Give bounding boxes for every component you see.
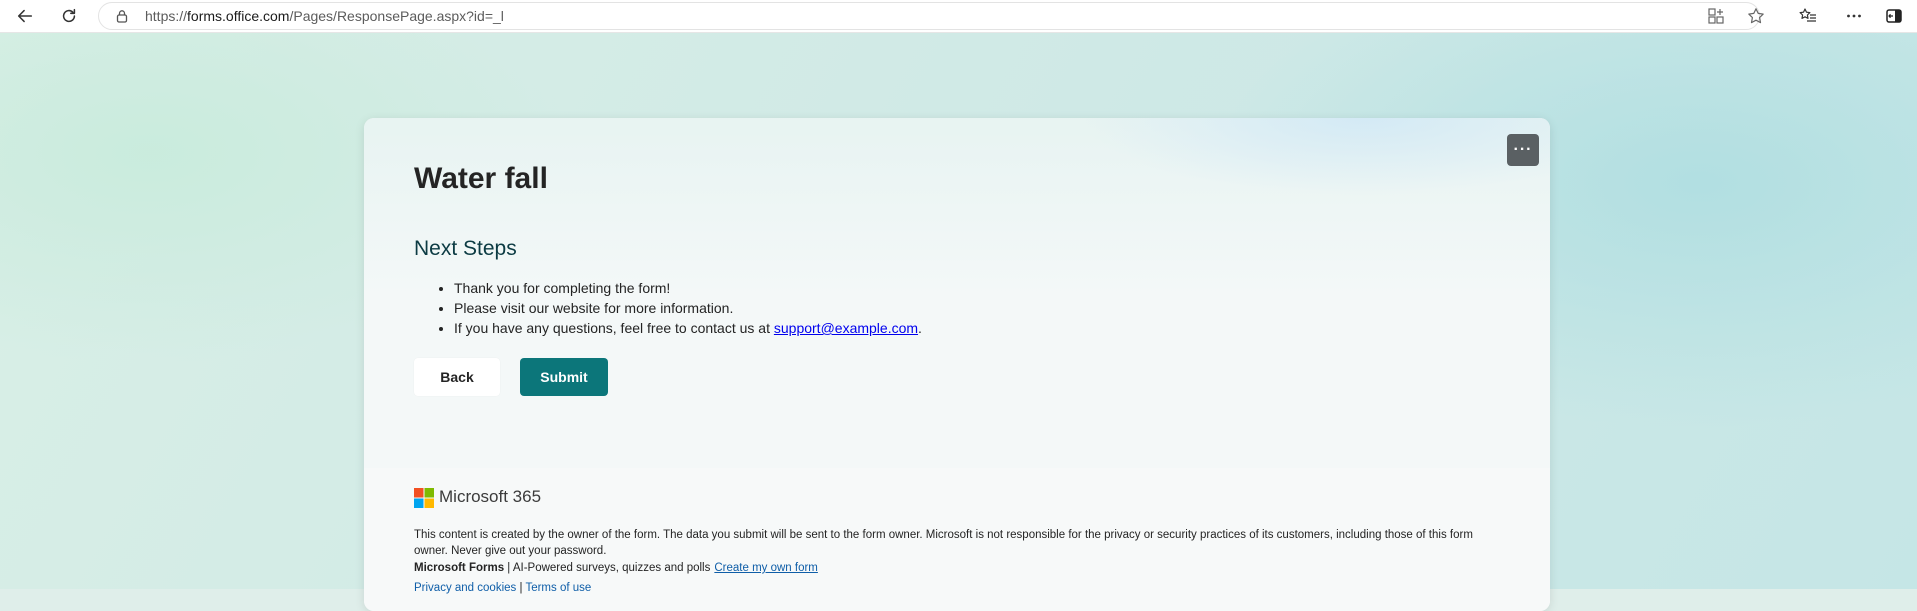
- settings-menu-button[interactable]: [1840, 3, 1868, 29]
- back-nav-button[interactable]: [12, 3, 38, 29]
- form-card: ··· Water fall Next Steps Thank you for …: [364, 118, 1550, 611]
- app-available-button[interactable]: [1704, 6, 1728, 26]
- arrow-left-icon: [17, 9, 33, 23]
- favorites-list-icon: [1799, 8, 1816, 22]
- refresh-button[interactable]: [56, 3, 82, 29]
- browser-toolbar: https://forms.office.com/Pages/ResponseP…: [0, 0, 1917, 33]
- terms-link[interactable]: Terms of use: [525, 582, 591, 594]
- url-text: https://forms.office.com/Pages/ResponseP…: [145, 8, 504, 24]
- contact-suffix: .: [918, 320, 922, 336]
- list-item: If you have any questions, feel free to …: [454, 318, 922, 338]
- refresh-icon: [62, 8, 76, 23]
- lock-icon: [116, 10, 128, 23]
- app-available-icon: [1708, 8, 1724, 24]
- submit-button[interactable]: Submit: [520, 358, 608, 396]
- forms-brand: Microsoft Forms: [414, 562, 505, 574]
- create-form-link[interactable]: Create my own form: [714, 562, 818, 574]
- forms-tagline-text: | AI-Powered surveys, quizzes and polls: [504, 562, 711, 574]
- more-horizontal-icon: [1847, 14, 1861, 18]
- back-button[interactable]: Back: [414, 358, 500, 396]
- disclaimer-text: This content is created by the owner of …: [414, 529, 1473, 557]
- form-footer: Microsoft 365 This content is created by…: [364, 468, 1550, 611]
- sidebar-button[interactable]: [1880, 3, 1908, 29]
- forms-tagline: Microsoft Forms | AI-Powered surveys, qu…: [414, 562, 818, 574]
- address-bar[interactable]: https://forms.office.com/Pages/ResponseP…: [98, 2, 1764, 30]
- list-item: Thank you for completing the form!: [454, 278, 922, 298]
- card-header-glow: [364, 118, 1550, 298]
- microsoft-logo-icon: [414, 488, 434, 508]
- next-steps-list: Thank you for completing the form! Pleas…: [414, 278, 922, 338]
- page-background: ··· Water fall Next Steps Thank you for …: [0, 33, 1917, 611]
- legal-links: Privacy and cookies | Terms of use: [414, 582, 591, 594]
- section-title: Next Steps: [414, 237, 517, 260]
- favorites-button[interactable]: [1794, 3, 1822, 29]
- more-options-button[interactable]: ···: [1507, 134, 1539, 166]
- favorite-button[interactable]: [1744, 6, 1768, 26]
- privacy-link[interactable]: Privacy and cookies: [414, 582, 516, 594]
- contact-text: If you have any questions, feel free to …: [454, 320, 774, 336]
- support-email-link[interactable]: support@example.com: [774, 320, 918, 336]
- star-icon: [1748, 8, 1764, 24]
- list-item: Please visit our website for more inform…: [454, 298, 922, 318]
- form-title: Water fall: [414, 162, 548, 195]
- microsoft-365-brand: Microsoft 365: [439, 487, 542, 506]
- more-options-icon: ···: [1513, 141, 1533, 158]
- sidebar-icon: [1886, 9, 1902, 23]
